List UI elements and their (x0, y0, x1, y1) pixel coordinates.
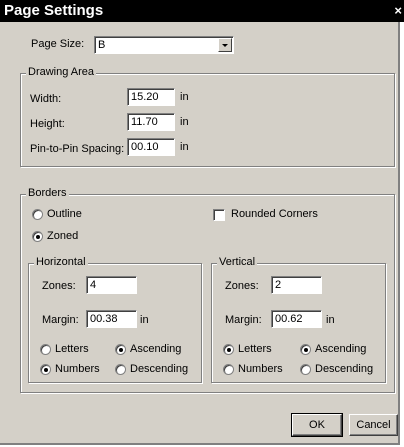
outline-label[interactable]: Outline (47, 208, 82, 220)
width-label: Width: (30, 93, 62, 105)
rounded-corners-label[interactable]: Rounded Corners (231, 208, 318, 220)
spacing-label: Pin-to-Pin Spacing: (30, 143, 125, 155)
horizontal-descending-radio[interactable] (115, 364, 126, 375)
zoned-label[interactable]: Zoned (47, 230, 78, 242)
vertical-numbers-label[interactable]: Numbers (238, 363, 283, 375)
horizontal-legend: Horizontal (34, 256, 88, 268)
spacing-unit: in (180, 141, 189, 153)
horizontal-zones-field[interactable]: 4 (86, 276, 137, 294)
vertical-ascending-radio[interactable] (300, 344, 311, 355)
vertical-letters-label[interactable]: Letters (238, 343, 272, 355)
horizontal-letters-radio[interactable] (40, 344, 51, 355)
vertical-ascending-label[interactable]: Ascending (315, 343, 366, 355)
page-size-label: Page Size: (31, 38, 85, 50)
horizontal-ascending-radio[interactable] (115, 344, 126, 355)
outline-radio[interactable] (32, 209, 43, 220)
zoned-radio[interactable] (32, 231, 43, 242)
page-size-value: B (98, 39, 106, 51)
horizontal-margin-label: Margin: (42, 314, 79, 326)
vertical-descending-radio[interactable] (300, 364, 311, 375)
cancel-button[interactable]: Cancel (349, 414, 398, 436)
borders-legend: Borders (26, 187, 69, 199)
spacing-field[interactable]: 00.10 (127, 138, 175, 156)
horizontal-margin-unit: in (140, 314, 149, 326)
vertical-zones-label: Zones: (225, 280, 259, 292)
close-icon[interactable]: × (394, 3, 402, 18)
vertical-margin-label: Margin: (225, 314, 262, 326)
height-field[interactable]: 11.70 (127, 113, 175, 131)
vertical-numbers-radio[interactable] (223, 364, 234, 375)
title-bar: Page Settings × (0, 0, 404, 22)
vertical-descending-label[interactable]: Descending (315, 363, 373, 375)
ok-button[interactable]: OK (291, 413, 343, 437)
horizontal-letters-label[interactable]: Letters (55, 343, 89, 355)
horizontal-descending-label[interactable]: Descending (130, 363, 188, 375)
horizontal-zones-label: Zones: (42, 280, 76, 292)
vertical-letters-radio[interactable] (223, 344, 234, 355)
width-field[interactable]: 15.20 (127, 88, 175, 106)
width-unit: in (180, 91, 189, 103)
drawing-area-legend: Drawing Area (26, 66, 97, 78)
horizontal-numbers-radio[interactable] (40, 364, 51, 375)
rounded-corners-checkbox[interactable] (213, 209, 225, 221)
page-size-select[interactable]: B (94, 36, 234, 54)
height-unit: in (180, 116, 189, 128)
horizontal-margin-field[interactable]: 00.38 (86, 310, 137, 328)
vertical-margin-unit: in (326, 314, 335, 326)
window-title: Page Settings (4, 2, 104, 19)
height-label: Height: (30, 118, 65, 130)
vertical-margin-field[interactable]: 00.62 (271, 310, 322, 328)
page-settings-dialog: Page Settings × Page Size: B Drawing Are… (0, 0, 404, 445)
vertical-legend: Vertical (217, 256, 258, 268)
vertical-zones-field[interactable]: 2 (271, 276, 322, 294)
horizontal-numbers-label[interactable]: Numbers (55, 363, 100, 375)
horizontal-ascending-label[interactable]: Ascending (130, 343, 181, 355)
chevron-down-icon[interactable] (218, 38, 232, 52)
